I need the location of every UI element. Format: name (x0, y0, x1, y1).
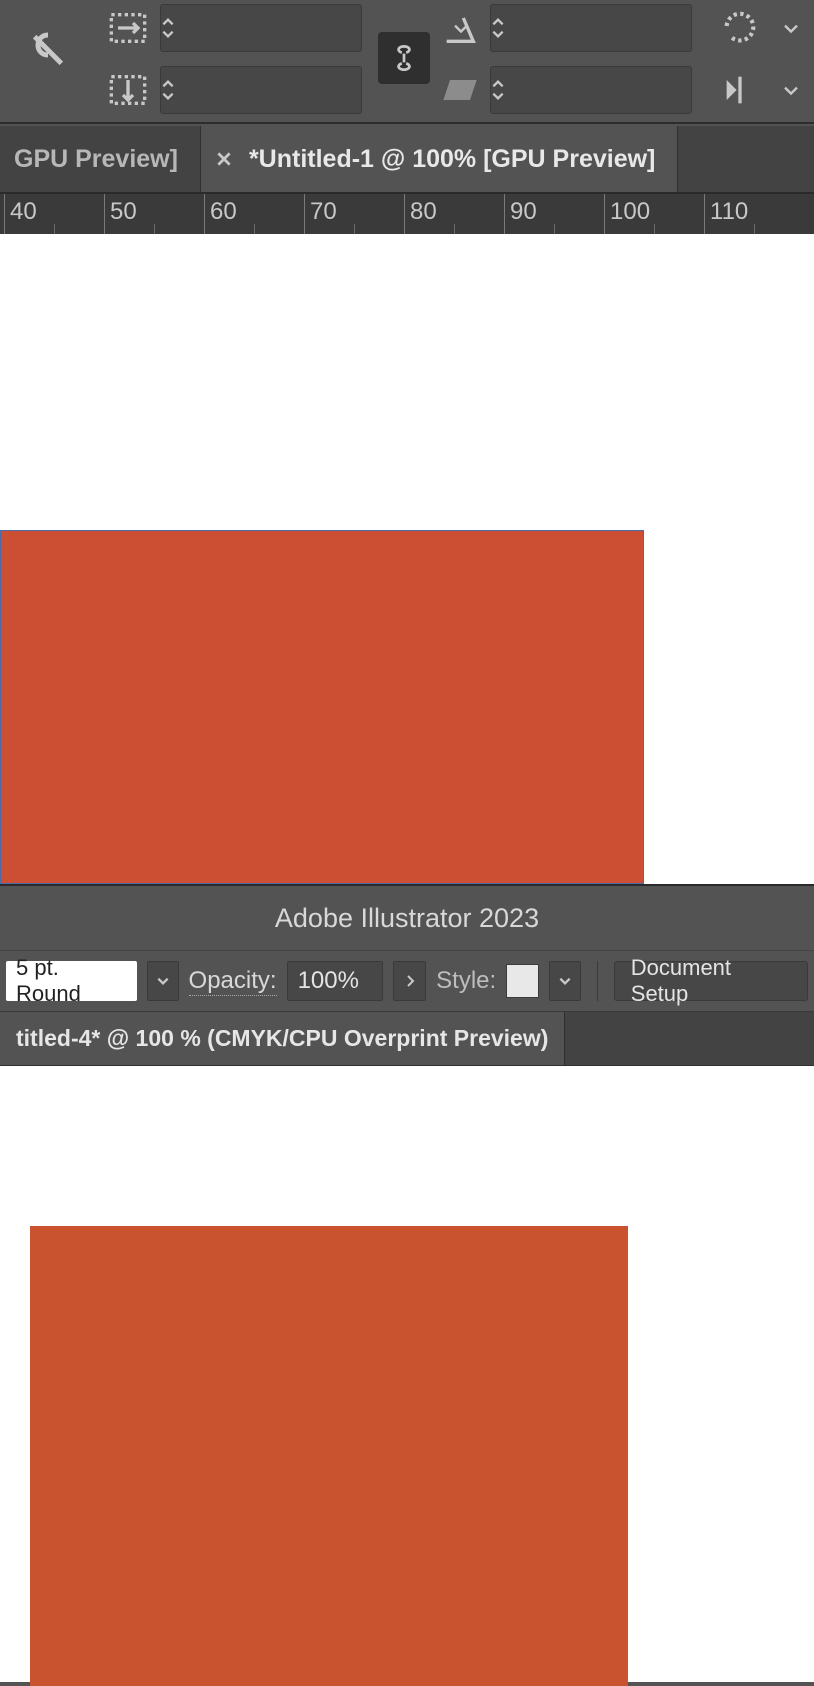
ruler-tick-label: 90 (510, 198, 537, 226)
unlink-stroke-icon[interactable] (28, 30, 68, 70)
flip-horizontal-icon[interactable] (720, 70, 760, 110)
ruler-tick-label: 70 (310, 198, 337, 226)
opacity-label[interactable]: Opacity: (189, 967, 277, 996)
options-bar: 5 pt. Round Opacity: 100% Style: Documen… (0, 950, 814, 1012)
shear-stepper[interactable] (491, 5, 505, 51)
width-stepper[interactable] (161, 5, 175, 51)
style-label: Style: (436, 967, 496, 995)
brush-preset-label: 5 pt. Round (16, 955, 127, 1007)
height-stepper[interactable] (161, 67, 175, 113)
ruler-tick-label: 40 (10, 198, 37, 226)
document-setup-button[interactable]: Document Setup (614, 961, 808, 1001)
canvas-area-upper[interactable] (0, 234, 814, 884)
height-input[interactable] (160, 66, 362, 114)
document-tab-bar-lower: titled-4* @ 100 % (CMYK/CPU Overprint Pr… (0, 1012, 814, 1066)
document-tab-bar-upper: GPU Preview] *Untitled-1 @ 100% [GPU Pre… (0, 126, 814, 194)
document-setup-label: Document Setup (631, 955, 791, 1007)
ruler-tick-label: 50 (110, 198, 137, 226)
brush-preset-field[interactable]: 5 pt. Round (6, 961, 137, 1001)
app-title-bar: Adobe Illustrator 2023 (0, 884, 814, 950)
opacity-input[interactable]: 100% (287, 961, 383, 1001)
width-indicator-icon (108, 8, 148, 48)
tab-inactive-document[interactable]: GPU Preview] (0, 126, 201, 192)
app-title: Adobe Illustrator 2023 (275, 903, 539, 934)
tab-label: titled-4* @ 100 % (CMYK/CPU Overprint Pr… (16, 1025, 548, 1052)
horizontal-ruler[interactable]: 40 50 60 70 80 90 100 110 (0, 194, 814, 234)
reset-rotation-icon[interactable] (720, 6, 760, 46)
tab-label: GPU Preview] (14, 145, 178, 174)
skew-input[interactable] (490, 66, 692, 114)
shear-dropdown[interactable] (782, 5, 800, 51)
divider (597, 961, 598, 1001)
height-indicator-icon (108, 70, 148, 110)
close-tab-icon[interactable] (215, 150, 233, 168)
ruler-tick-label: 110 (710, 198, 748, 226)
skew-dropdown[interactable] (782, 67, 800, 113)
brush-preset-dropdown[interactable] (147, 961, 178, 1001)
artwork-rectangle[interactable] (0, 530, 644, 884)
width-input[interactable] (160, 4, 362, 52)
link-dimensions-toggle[interactable] (378, 32, 430, 84)
top-control-bar (0, 0, 814, 124)
tab-label: *Untitled-1 @ 100% [GPU Preview] (249, 145, 655, 174)
tab-active-document-lower[interactable]: titled-4* @ 100 % (CMYK/CPU Overprint Pr… (0, 1012, 565, 1065)
shear-angle-icon (440, 8, 480, 48)
ruler-tick-label: 80 (410, 198, 437, 226)
canvas-area-lower[interactable] (0, 1066, 814, 1682)
graphic-style-dropdown[interactable] (549, 961, 580, 1001)
artwork-rectangle[interactable] (30, 1226, 628, 1686)
ruler-tick-label: 60 (210, 198, 237, 226)
tab-active-document[interactable]: *Untitled-1 @ 100% [GPU Preview] (201, 126, 678, 192)
graphic-style-swatch[interactable] (506, 964, 539, 998)
opacity-popup-toggle[interactable] (393, 961, 426, 1001)
ruler-tick-label: 100 (610, 198, 650, 226)
skew-stepper[interactable] (491, 67, 505, 113)
opacity-value: 100% (298, 967, 359, 995)
shear-input[interactable] (490, 4, 692, 52)
skew-icon (440, 70, 480, 110)
